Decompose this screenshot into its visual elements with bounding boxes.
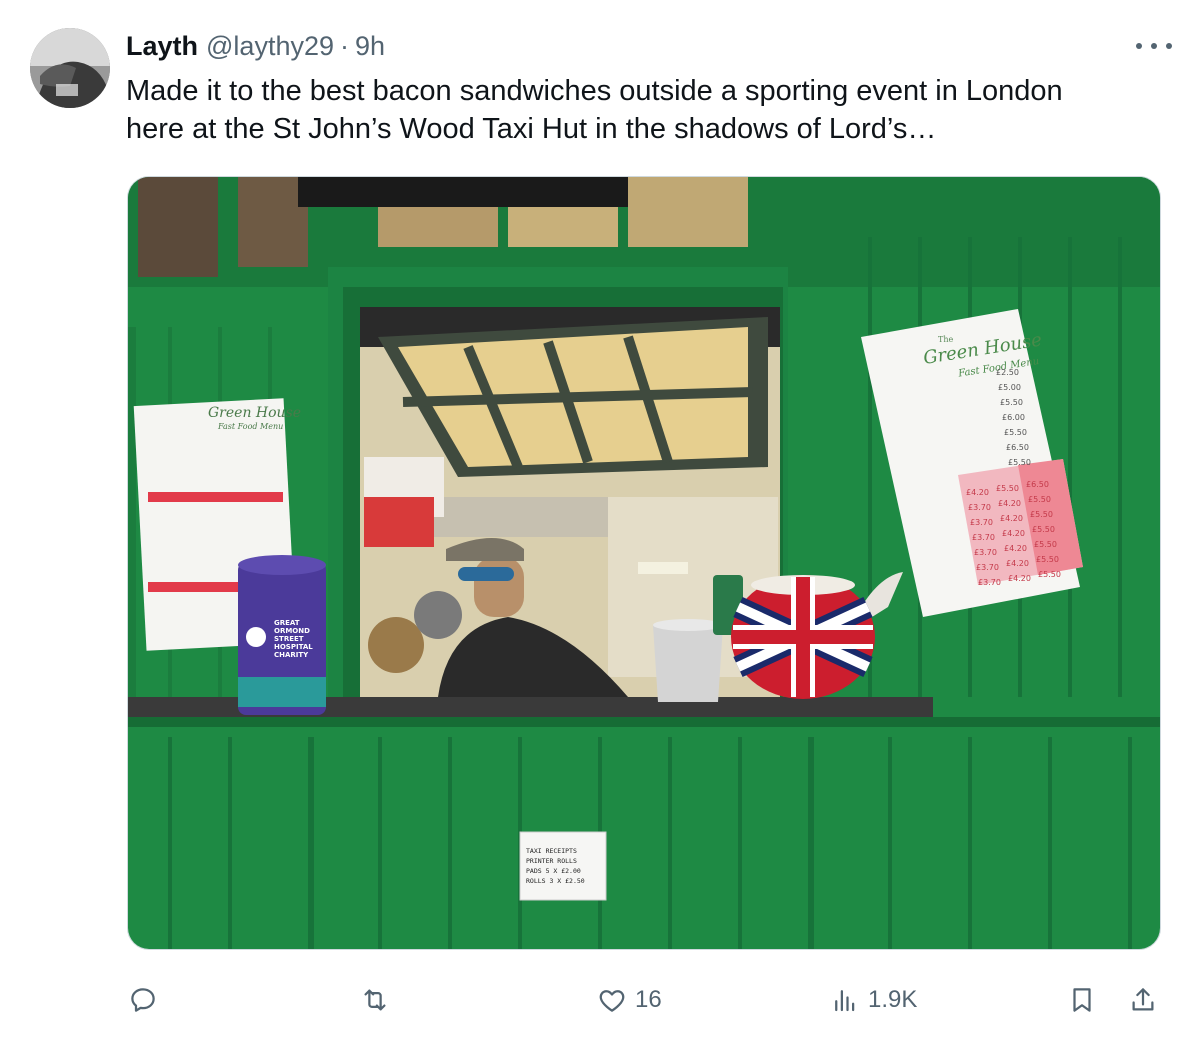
price: £4.20: [998, 499, 1021, 508]
share-icon: [1132, 988, 1154, 1011]
price: £4.20: [1006, 559, 1029, 568]
charity-tin: GREAT ORMOND STREET HOSPITAL CHARITY: [238, 555, 326, 715]
author-handle[interactable]: @laythy29: [206, 30, 334, 62]
price: £5.50: [1038, 570, 1061, 579]
sign-text: ROLLS 3 X £2.50: [526, 877, 585, 885]
sign-text: TAXI RECEIPTS: [526, 847, 577, 855]
price: £5.50: [1028, 495, 1051, 504]
charity-text: HOSPITAL: [274, 643, 313, 651]
price: £5.50: [1030, 510, 1053, 519]
charity-text: STREET: [274, 635, 304, 643]
more-dot-icon: [1166, 43, 1172, 49]
tweet-text-line: Made it to the best bacon sandwiches out…: [126, 75, 1063, 107]
repost-button[interactable]: [360, 980, 390, 1020]
price: £5.50: [1000, 398, 1023, 407]
charity-text: CHARITY: [274, 651, 309, 659]
price: £4.20: [1008, 574, 1031, 583]
price: £3.70: [968, 503, 991, 512]
price: £2.50: [996, 368, 1019, 377]
more-options-button[interactable]: [1136, 32, 1172, 60]
price: £3.70: [972, 533, 995, 542]
like-button[interactable]: 16: [597, 980, 662, 1020]
reply-button[interactable]: [128, 980, 158, 1020]
like-count: 16: [635, 986, 662, 1013]
price: £5.50: [1032, 525, 1055, 534]
price: £3.70: [974, 548, 997, 557]
price: £5.50: [996, 484, 1019, 493]
left-menu-subtitle: Fast Food Menu: [217, 422, 283, 431]
charity-text: GREAT: [274, 619, 300, 627]
price: £5.50: [1008, 458, 1031, 467]
tweet: Layth @laythy29 · 9h Made it to the best…: [0, 0, 1200, 1050]
sign-text: PRINTER ROLLS: [526, 857, 577, 865]
reply-icon: [131, 988, 155, 1012]
views-button[interactable]: 1.9K: [830, 980, 917, 1020]
more-dot-icon: [1151, 43, 1157, 49]
taxi-receipts-sign: TAXI RECEIPTS PRINTER ROLLS PADS 5 X £2.…: [519, 831, 607, 901]
price: £5.50: [1036, 555, 1059, 564]
price: £3.70: [970, 518, 993, 527]
heart-icon: [599, 990, 625, 1012]
price: £3.70: [976, 563, 999, 572]
repost-icon: [364, 989, 386, 1011]
price: £6.50: [1026, 480, 1049, 489]
price: £6.50: [1006, 443, 1029, 452]
price: £4.20: [1002, 529, 1025, 538]
separator-dot: ·: [340, 31, 349, 61]
tweet-header: Layth @laythy29 · 9h: [126, 30, 385, 62]
bookmark-button[interactable]: [1067, 980, 1097, 1020]
views-count: 1.9K: [868, 986, 918, 1013]
price: £4.20: [1000, 514, 1023, 523]
bookmark-icon: [1073, 988, 1091, 1012]
views-icon: [835, 990, 855, 1012]
price: £5.50: [1004, 428, 1027, 437]
tweet-text: Made it to the best bacon sandwiches out…: [126, 72, 1156, 148]
price: £3.70: [978, 578, 1001, 587]
timestamp[interactable]: 9h: [355, 30, 385, 62]
price: £5.50: [1034, 540, 1057, 549]
price: £4.20: [1004, 544, 1027, 553]
tweet-text-line: here at the St John’s Wood Taxi Hut in t…: [126, 113, 937, 145]
charity-text: ORMOND: [274, 627, 310, 635]
taxi-hut-photo: Green House Fast Food Menu The Green Hou…: [128, 177, 1160, 949]
price: £6.00: [1002, 413, 1025, 422]
left-menu-title: Green House: [208, 405, 301, 421]
author-name[interactable]: Layth: [126, 30, 198, 62]
sign-text: PADS 5 X £2.00: [526, 867, 581, 875]
more-dot-icon: [1136, 43, 1142, 49]
price: £4.20: [966, 488, 989, 497]
price: £5.00: [998, 383, 1021, 392]
avatar[interactable]: [30, 28, 110, 108]
share-button[interactable]: [1128, 980, 1158, 1020]
tweet-photo[interactable]: Green House Fast Food Menu The Green Hou…: [127, 176, 1161, 950]
tweet-actions: 16 1.9K: [0, 980, 1200, 1020]
avatar-image: [30, 28, 110, 108]
